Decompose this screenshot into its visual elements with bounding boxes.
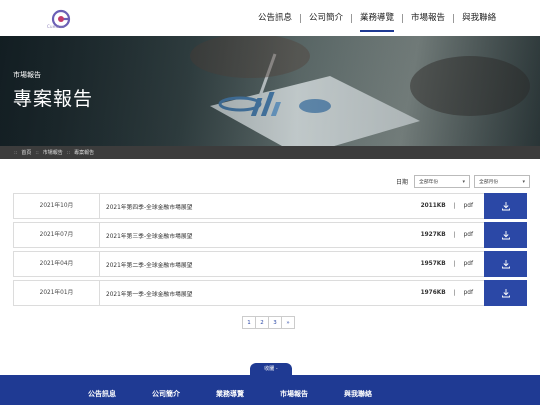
breadcrumb: :: 首頁 :: 市場報告 :: 專案報告 <box>14 146 94 159</box>
download-icon <box>501 260 510 269</box>
breadcrumb-market-report[interactable]: 市場報告 <box>43 149 63 156</box>
report-separator: | <box>453 290 456 296</box>
report-file-type: pdf <box>463 203 473 209</box>
report-date: 2021年10月 <box>14 194 100 218</box>
nav-item-announcements[interactable]: 公告訊息 <box>250 0 300 36</box>
report-file-type: pdf <box>463 290 473 296</box>
chevron-down-icon: ▾ <box>522 178 526 185</box>
report-file-size: 1927KB <box>420 232 446 238</box>
footer-nav: 公告訊息 公司簡介 業務導覽 市場報告 與我聯絡 <box>88 389 408 399</box>
download-icon <box>501 231 510 240</box>
report-file-size: 2011KB <box>420 203 446 209</box>
chevron-down-icon: ▾ <box>462 178 466 185</box>
report-file-size: 1976KB <box>420 290 446 296</box>
report-separator: | <box>453 261 456 267</box>
list-item: 2021年04月 2021年第二季-全球金融市場展望 1957KB | pdf <box>13 251 527 277</box>
report-title[interactable]: 2021年第一季-全球金融市場展望 <box>100 289 421 298</box>
breadcrumb-bar: :: 首頁 :: 市場報告 :: 專案報告 <box>0 146 540 159</box>
list-item: 2021年01月 2021年第一季-全球金融市場展望 1976KB | pdf <box>13 280 527 306</box>
report-separator: | <box>453 232 456 238</box>
report-date: 2021年04月 <box>14 252 100 276</box>
breadcrumb-current: 專案報告 <box>74 150 95 156</box>
footer-link-announcements[interactable]: 公告訊息 <box>88 389 116 399</box>
download-button[interactable] <box>484 222 527 248</box>
download-button[interactable] <box>484 193 527 219</box>
report-title[interactable]: 2021年第四季-全球金融市場展望 <box>100 202 421 211</box>
footer-collapse-toggle[interactable]: 收闔 - <box>250 363 292 375</box>
nav-item-about[interactable]: 公司簡介 <box>301 0 351 36</box>
report-title[interactable]: 2021年第二季-全球金融市場展望 <box>100 260 421 269</box>
report-file-type: pdf <box>463 232 473 238</box>
pagination: 1 2 3 » <box>242 316 295 329</box>
year-select[interactable]: 全部年份 ▾ <box>414 175 471 188</box>
month-select[interactable]: 全部月份 ▾ <box>474 175 531 188</box>
list-item: 2021年10月 2021年第四季-全球金融市場展望 2011KB | pdf <box>13 193 527 219</box>
hero-banner: 市場報告 專案報告 <box>0 36 540 146</box>
footer-link-contact[interactable]: 與我聯絡 <box>344 389 372 399</box>
page-2-link[interactable]: 2 <box>255 316 269 329</box>
list-item: 2021年07月 2021年第三季-全球金融市場展望 1927KB | pdf <box>13 222 527 248</box>
nav-item-contact[interactable]: 與我聯絡 <box>454 0 504 36</box>
main-nav: 公告訊息 公司簡介 業務導覽 市場報告 與我聯絡 <box>250 0 504 36</box>
download-button[interactable] <box>484 251 527 277</box>
download-icon <box>501 289 510 298</box>
nav-item-market-report[interactable]: 市場報告 <box>403 0 453 36</box>
banner-subtitle: 市場報告 <box>13 71 41 79</box>
date-filter-label: 日期 <box>396 179 409 186</box>
breadcrumb-separator: :: <box>35 149 39 156</box>
top-header: Cueutus 公告訊息 公司簡介 業務導覽 市場報告 與我聯絡 <box>0 0 540 36</box>
report-title[interactable]: 2021年第三季-全球金融市場展望 <box>100 231 421 240</box>
footer-link-business[interactable]: 業務導覽 <box>216 389 244 399</box>
report-list: 2021年10月 2021年第四季-全球金融市場展望 2011KB | pdf … <box>13 193 527 309</box>
page-1-link[interactable]: 1 <box>242 316 256 329</box>
footer-link-about[interactable]: 公司簡介 <box>152 389 180 399</box>
nav-item-business[interactable]: 業務導覽 <box>352 0 402 36</box>
footer-link-market-report[interactable]: 市場報告 <box>280 389 308 399</box>
date-filters: 日期 全部年份 ▾ 全部月份 ▾ <box>396 175 531 188</box>
report-file-size: 1957KB <box>420 261 446 267</box>
report-date: 2021年07月 <box>14 223 100 247</box>
download-button[interactable] <box>484 280 527 306</box>
download-icon <box>501 202 510 211</box>
next-page-link[interactable]: » <box>281 316 295 329</box>
report-file-type: pdf <box>463 261 473 267</box>
page-title: 專案報告 <box>13 88 94 110</box>
report-date: 2021年01月 <box>14 281 100 305</box>
logo-text: Cueutus <box>47 24 65 29</box>
breadcrumb-home[interactable]: 首頁 <box>21 149 31 156</box>
page-3-link[interactable]: 3 <box>268 316 282 329</box>
month-select-value: 全部月份 <box>479 180 499 185</box>
breadcrumb-separator: :: <box>66 149 71 156</box>
breadcrumb-separator: :: <box>14 149 18 156</box>
report-separator: | <box>453 203 456 209</box>
year-select-value: 全部年份 <box>419 180 439 185</box>
